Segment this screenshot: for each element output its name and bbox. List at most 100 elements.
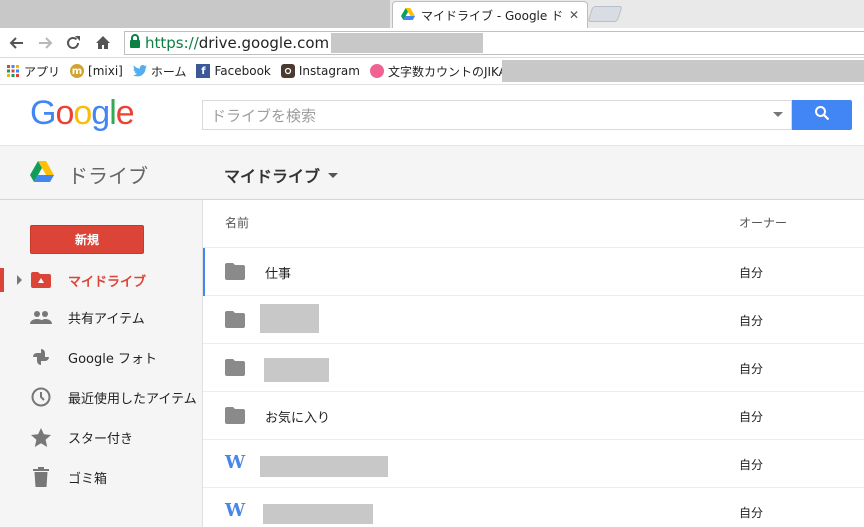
bookmark-jika[interactable]: 文字数カウントのJIKA... (369, 63, 519, 80)
reload-icon[interactable] (62, 32, 84, 54)
search-button[interactable] (792, 100, 852, 130)
url-scheme: https:// (145, 34, 199, 52)
file-name: お気に入り (265, 411, 331, 426)
file-owner: 自分 (739, 410, 764, 424)
file-list-header: 名前 オーナー (203, 200, 864, 248)
file-name: 仕事 (265, 267, 292, 282)
folder-icon (225, 407, 245, 424)
apps-grid-icon (6, 64, 20, 78)
bookmark-label: Instagram (298, 64, 360, 78)
expand-arrow-icon[interactable] (17, 275, 22, 285)
file-owner: 自分 (739, 458, 764, 472)
file-row-folder[interactable]: 自分 (203, 296, 864, 344)
back-arrow-icon[interactable] (6, 32, 28, 54)
clock-icon (30, 387, 52, 407)
location-dropdown[interactable]: マイドライブ (224, 163, 339, 187)
drive-favicon-icon (401, 7, 415, 23)
search-input[interactable]: ドライブを検索 (202, 100, 792, 130)
redacted-file-name (263, 504, 373, 524)
location-title: マイドライブ (224, 167, 321, 186)
redacted-file-name (260, 304, 319, 333)
my-drive-icon (30, 270, 52, 290)
redacted-tabs (0, 0, 390, 28)
file-row-document[interactable]: W 自分 (203, 488, 864, 527)
folder-icon (225, 263, 245, 280)
sidebar-item-recent[interactable]: 最近使用したアイテム (0, 377, 203, 417)
sidebar-item-label: 共有アイテム (68, 312, 145, 327)
google-photos-icon (30, 347, 52, 367)
redacted-bookmarks (502, 60, 864, 82)
sidebar-item-label: ゴミ箱 (68, 472, 108, 487)
file-owner: 自分 (739, 506, 764, 520)
forward-arrow-icon[interactable] (34, 32, 56, 54)
chevron-down-icon (328, 172, 339, 178)
word-document-icon: W (225, 500, 246, 521)
drive-header: ドライブ マイドライブ (0, 145, 864, 200)
sidebar-item-shared[interactable]: 共有アイテム (0, 297, 203, 337)
active-indicator (0, 268, 4, 292)
file-list: 名前 オーナー 仕事 自分 自分 自分 お気に入り 自分 W 自分 W 自分 (203, 200, 864, 527)
column-header-name[interactable]: 名前 (225, 214, 249, 231)
bookmark-label: 文字数カウントのJIKA... (387, 64, 519, 79)
url-host: drive.google.com (198, 34, 330, 52)
google-logo[interactable]: Google (30, 94, 135, 133)
bookmark-twitter-home[interactable]: ホーム (132, 63, 187, 80)
instagram-icon (280, 64, 295, 78)
sidebar-item-label: 最近使用したアイテム (68, 392, 197, 407)
bookmark-label: Facebook (214, 64, 271, 78)
file-owner: 自分 (739, 266, 764, 280)
drive-logo-icon[interactable] (30, 161, 54, 186)
home-icon[interactable] (92, 32, 114, 54)
star-icon (30, 427, 52, 447)
bookmark-facebook[interactable]: f Facebook (196, 64, 271, 78)
search-placeholder: ドライブを検索 (211, 106, 317, 125)
tab-title: マイドライブ - Google ドライブ (421, 8, 563, 23)
sidebar-item-google-photos[interactable]: Google フォト (0, 337, 203, 377)
twitter-icon (132, 64, 147, 78)
bookmark-label: ホーム (150, 64, 187, 79)
mixi-icon: m (70, 64, 85, 78)
search-options-dropdown-icon[interactable] (773, 112, 783, 117)
browser-tab-active[interactable]: マイドライブ - Google ドライブ ✕ (392, 1, 588, 28)
sidebar-item-trash[interactable]: ゴミ箱 (0, 457, 203, 497)
sidebar-item-label: マイドライブ (68, 275, 147, 290)
screen: マイドライブ - Google ドライブ ✕ https:// drive.go… (0, 0, 864, 527)
browser-tab-strip: マイドライブ - Google ドライブ ✕ (0, 0, 864, 28)
address-bar[interactable]: https:// drive.google.com (124, 31, 864, 55)
bookmark-apps[interactable]: アプリ (6, 63, 60, 80)
file-row-folder[interactable]: お気に入り 自分 (203, 392, 864, 440)
bookmark-label: アプリ (24, 64, 61, 79)
folder-icon (225, 311, 245, 328)
bookmark-label: [mixi] (88, 64, 123, 78)
lock-icon (129, 34, 141, 52)
close-tab-icon[interactable]: ✕ (569, 8, 579, 22)
row-focus-indicator (203, 248, 205, 296)
bookmark-instagram[interactable]: Instagram (280, 64, 360, 78)
file-row-document[interactable]: W 自分 (203, 440, 864, 488)
column-header-owner[interactable]: オーナー (739, 214, 787, 231)
site-favicon-icon (369, 64, 384, 78)
word-document-icon: W (225, 452, 246, 473)
facebook-icon: f (196, 64, 211, 78)
file-row-folder[interactable]: 自分 (203, 344, 864, 392)
sidebar-item-label: Google フォト (68, 352, 157, 367)
redacted-file-name (260, 456, 388, 477)
sidebar-item-label: スター付き (68, 432, 134, 447)
shared-people-icon (30, 307, 52, 327)
folder-icon (225, 359, 245, 376)
sidebar: 新規 マイドライブ 共有アイテム Google フォト 最近使用したアイテム ス… (0, 200, 203, 527)
search-icon (814, 105, 830, 125)
browser-toolbar: https:// drive.google.com (0, 28, 864, 58)
redacted-file-name (264, 358, 329, 382)
file-owner: 自分 (739, 362, 764, 376)
redacted-url-path (331, 33, 484, 53)
sidebar-item-starred[interactable]: スター付き (0, 417, 203, 457)
file-row-folder[interactable]: 仕事 自分 (203, 248, 864, 296)
new-tab-button[interactable] (587, 6, 623, 22)
google-header: Google ドライブを検索 (0, 85, 864, 145)
bookmark-mixi[interactable]: m [mixi] (70, 64, 123, 78)
new-button[interactable]: 新規 (30, 225, 144, 254)
drive-product-label: ドライブ (68, 164, 148, 188)
file-owner: 自分 (739, 314, 764, 328)
sidebar-item-my-drive[interactable]: マイドライブ (0, 260, 203, 300)
